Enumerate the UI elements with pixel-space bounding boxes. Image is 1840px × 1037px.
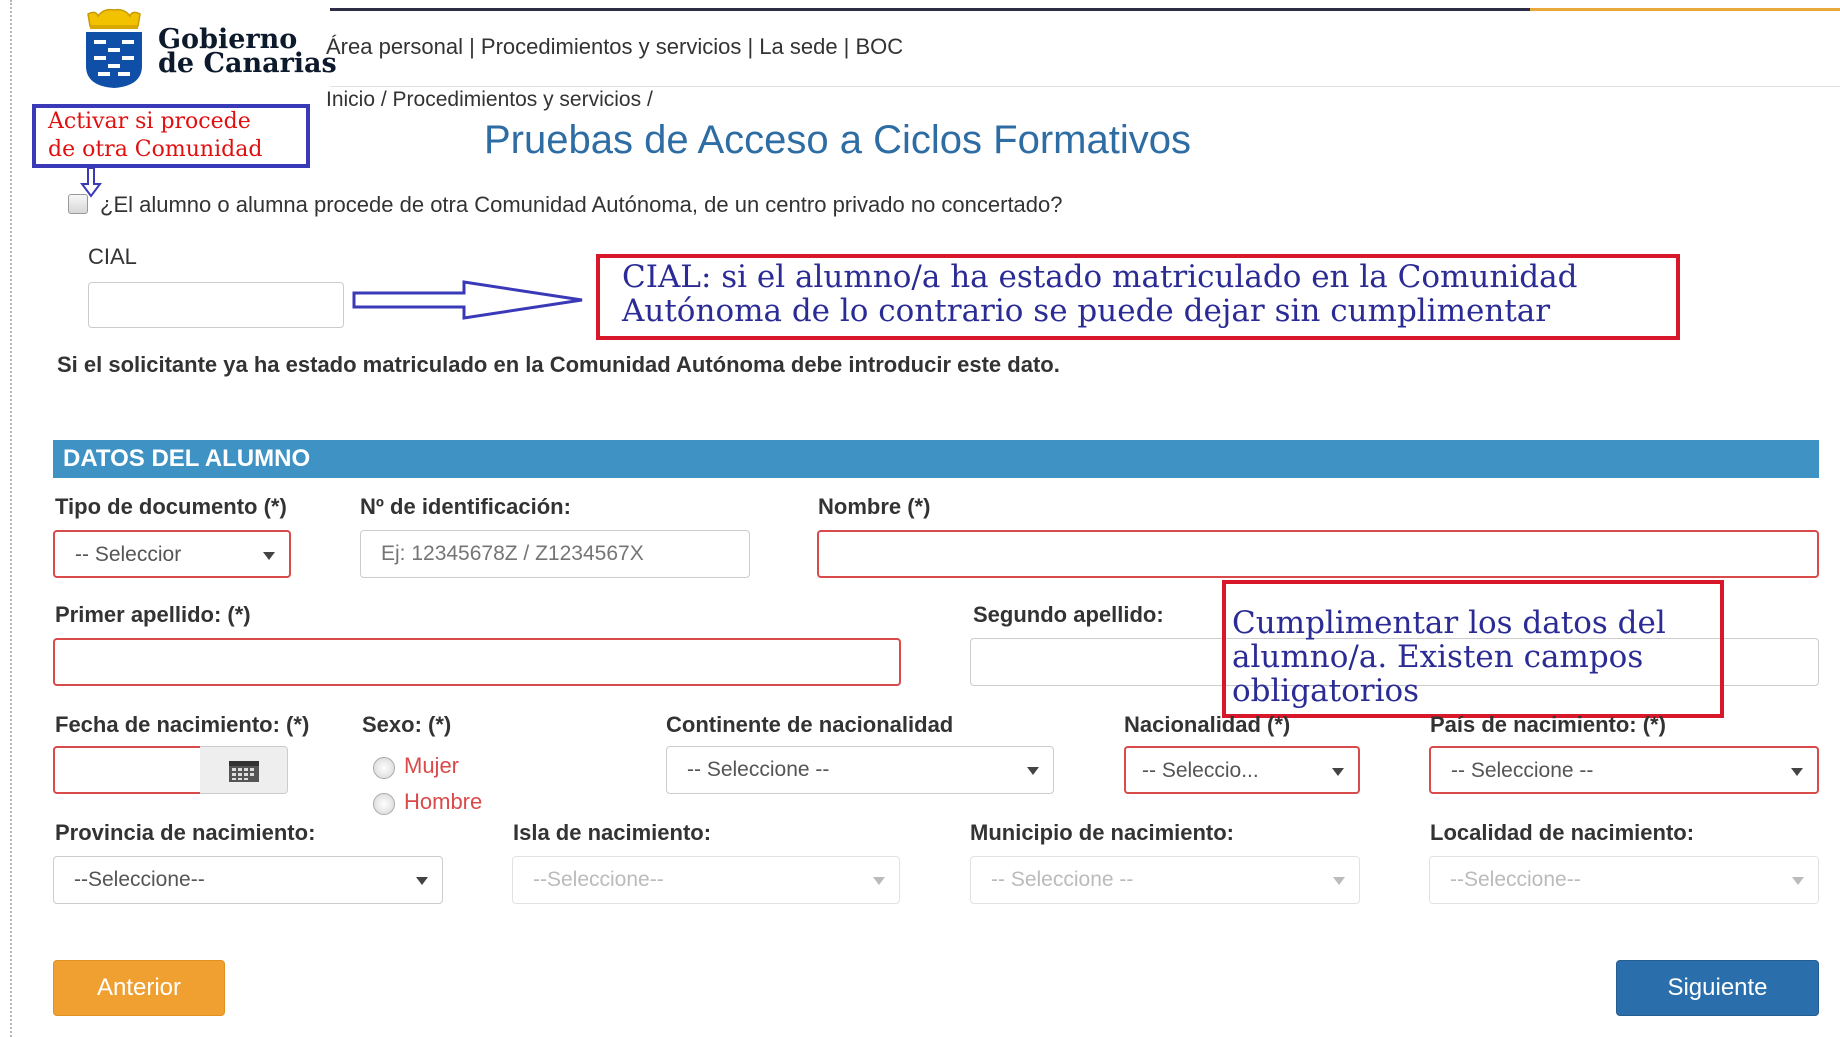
isla-value: --Seleccione-- <box>533 868 664 891</box>
nombre-input[interactable] <box>817 530 1819 578</box>
continente-select[interactable]: -- Seleccione -- <box>666 746 1054 794</box>
nacionalidad-value: -- Seleccio... <box>1142 759 1259 782</box>
continente-label: Continente de nacionalidad <box>666 712 954 737</box>
municipio-label: Municipio de nacimiento: <box>970 820 1235 845</box>
top-navigation[interactable]: Área personal | Procedimientos y servici… <box>326 34 903 60</box>
localidad-label: Localidad de nacimiento: <box>1430 820 1695 845</box>
header-separator <box>330 86 1840 87</box>
segundo-apellido-label: Segundo apellido: <box>973 602 1164 627</box>
pais-nacimiento-select[interactable]: -- Seleccione -- <box>1429 746 1819 794</box>
nacionalidad-label: Nacionalidad (*) <box>1124 712 1291 737</box>
localidad-select[interactable]: --Seleccione-- <box>1429 856 1819 904</box>
annotation-datos-line-3: obligatorios <box>1232 673 1420 709</box>
annotation-activar-line-2: de otra Comunidad <box>48 137 263 162</box>
tipo-documento-label: Tipo de documento (*) <box>55 494 287 519</box>
provincia-value: --Seleccione-- <box>74 868 205 891</box>
calendar-button[interactable] <box>200 746 288 794</box>
num-identificacion-input[interactable] <box>360 530 750 578</box>
sexo-label: Sexo: (*) <box>362 712 452 737</box>
sexo-hombre-radio[interactable] <box>373 793 395 815</box>
municipio-select[interactable]: -- Seleccione -- <box>970 856 1360 904</box>
anterior-button[interactable]: Anterior <box>53 960 225 1016</box>
tipo-documento-select[interactable]: -- Seleccior <box>53 530 291 578</box>
pais-nacimiento-label: País de nacimiento: (*) <box>1430 712 1666 737</box>
localidad-value: --Seleccione-- <box>1450 868 1581 891</box>
logo-text: Gobierno de Canarias <box>158 26 337 79</box>
chevron-down-icon <box>1027 767 1039 775</box>
provincia-label: Provincia de nacimiento: <box>55 820 316 845</box>
page-frame-left <box>10 0 14 1037</box>
annotation-cial: CIAL: si el alumno/a ha estado matricula… <box>596 254 1680 340</box>
crown-icon <box>87 8 141 29</box>
breadcrumb[interactable]: Inicio / Procedimientos y servicios / <box>326 88 653 112</box>
chevron-down-icon <box>1332 768 1344 776</box>
chevron-down-icon <box>1333 877 1345 885</box>
chevron-down-icon <box>263 552 275 560</box>
annotation-cial-line-2: Autónoma de lo contrario se puede dejar … <box>622 293 1551 329</box>
siguiente-button[interactable]: Siguiente <box>1616 960 1819 1016</box>
nombre-label: Nombre (*) <box>818 494 931 519</box>
logo-line-2: de Canarias <box>158 48 337 79</box>
chevron-down-icon <box>873 877 885 885</box>
provincia-select[interactable]: --Seleccione-- <box>53 856 443 904</box>
calendar-icon <box>229 761 259 782</box>
sexo-mujer-label[interactable]: Mujer <box>404 753 459 779</box>
fecha-nacimiento-input[interactable] <box>53 746 203 794</box>
right-arrow-icon <box>352 280 583 320</box>
annotation-datos-alumno: Cumplimentar los datos del alumno/a. Exi… <box>1222 580 1724 718</box>
annotation-activar: Activar si procede de otra Comunidad <box>32 104 310 168</box>
chevron-down-icon <box>416 877 428 885</box>
isla-label: Isla de nacimiento: <box>513 820 712 845</box>
sexo-hombre-label[interactable]: Hombre <box>404 789 482 815</box>
fecha-nacimiento-label: Fecha de nacimiento: (*) <box>55 712 310 737</box>
page-frame-top-accent <box>1530 8 1840 11</box>
otra-comunidad-label: ¿El alumno o alumna procede de otra Comu… <box>100 192 1063 217</box>
gobierno-canarias-logo[interactable]: Gobierno de Canarias <box>80 8 360 88</box>
annotation-datos-line-1: Cumplimentar los datos del <box>1232 605 1666 641</box>
otra-comunidad-checkbox[interactable] <box>68 194 88 214</box>
continente-value: -- Seleccione -- <box>687 758 830 781</box>
annotation-activar-line-1: Activar si procede <box>48 109 251 134</box>
num-identificacion-label: Nº de identificación: <box>360 494 571 519</box>
cial-label: CIAL <box>88 244 137 269</box>
cial-help-text: Si el solicitante ya ha estado matricula… <box>57 352 1060 377</box>
municipio-value: -- Seleccione -- <box>991 868 1134 891</box>
tipo-documento-value: -- Seleccior <box>75 543 182 566</box>
isla-select[interactable]: --Seleccione-- <box>512 856 900 904</box>
pais-nacimiento-value: -- Seleccione -- <box>1451 759 1594 782</box>
annotation-datos-line-2: alumno/a. Existen campos <box>1232 639 1644 675</box>
shield-icon <box>86 32 142 88</box>
primer-apellido-label: Primer apellido: (*) <box>55 602 251 627</box>
page-title: Pruebas de Acceso a Ciclos Formativos <box>484 118 1191 162</box>
section-title: DATOS DEL ALUMNO <box>63 445 311 472</box>
sexo-mujer-radio[interactable] <box>373 757 395 779</box>
annotation-cial-line-1: CIAL: si el alumno/a ha estado matricula… <box>622 259 1578 295</box>
chevron-down-icon <box>1792 877 1804 885</box>
nacionalidad-select[interactable]: -- Seleccio... <box>1124 746 1360 794</box>
cial-input[interactable] <box>88 282 344 328</box>
chevron-down-icon <box>1791 768 1803 776</box>
primer-apellido-input[interactable] <box>53 638 901 686</box>
section-header-bar <box>53 440 1819 478</box>
